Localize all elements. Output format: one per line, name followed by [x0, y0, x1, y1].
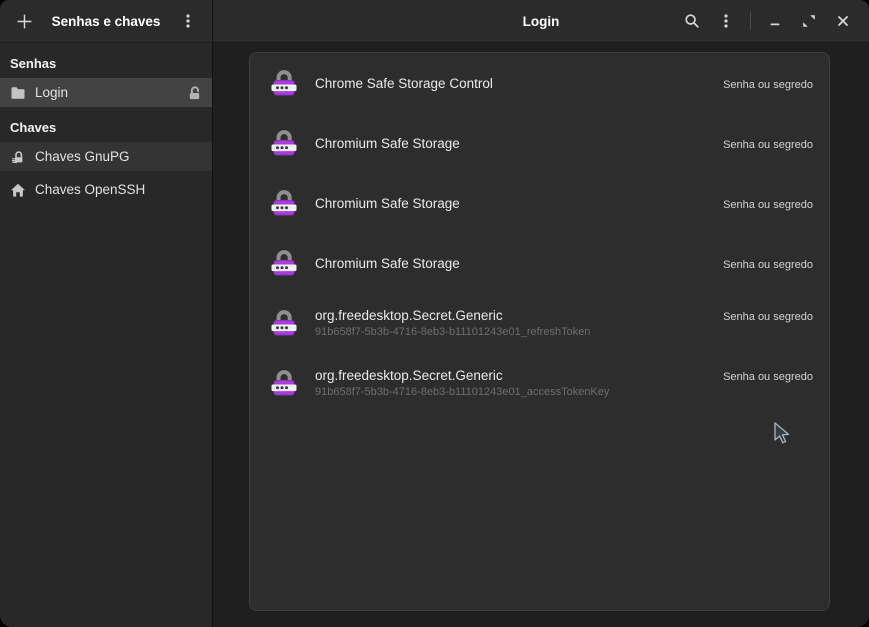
main-headerbar: Login [213, 0, 869, 43]
sidebar-item-label: Login [35, 85, 68, 100]
close-button[interactable] [826, 5, 860, 37]
item-subtitle: 91b658f7-5b3b-4716-8eb3-b11101243e01_ref… [315, 326, 813, 338]
sidebar-headerbar: Senhas e chaves [0, 0, 212, 43]
item-title: Chrome Safe Storage Control [315, 76, 493, 91]
password-row[interactable]: Chromium Safe Storage Senha ou segredo [250, 113, 829, 173]
item-type-label: Senha ou segredo [723, 371, 813, 383]
search-icon [684, 13, 700, 29]
item-type-label: Senha ou segredo [723, 79, 813, 91]
password-lock-icon [266, 185, 302, 221]
password-row[interactable]: org.freedesktop.Secret.Generic Senha ou … [250, 293, 829, 353]
password-lock-icon [266, 125, 302, 161]
close-icon [835, 13, 851, 29]
sidebar-item-label: Chaves OpenSSH [35, 182, 145, 197]
folder-icon [10, 85, 26, 101]
sidebar-item-gnupg[interactable]: Chaves GnuPG [0, 142, 212, 171]
plus-icon [16, 13, 33, 30]
content-area: Chrome Safe Storage Control Senha ou seg… [213, 43, 869, 627]
gnupg-keys-icon [10, 149, 26, 165]
section-label-senhas: Senhas [0, 43, 212, 78]
unlocked-padlock-icon [187, 85, 202, 101]
password-row[interactable]: org.freedesktop.Secret.Generic Senha ou … [250, 353, 829, 413]
item-type-label: Senha ou segredo [723, 199, 813, 211]
item-subtitle: 91b658f7-5b3b-4716-8eb3-b11101243e01_acc… [315, 386, 813, 398]
add-item-button[interactable] [7, 5, 41, 37]
item-title: Chromium Safe Storage [315, 256, 460, 271]
password-list: Chrome Safe Storage Control Senha ou seg… [249, 52, 830, 611]
headerbar-separator [750, 12, 751, 30]
item-title: Chromium Safe Storage [315, 136, 460, 151]
item-title: org.freedesktop.Secret.Generic [315, 308, 503, 323]
restore-button[interactable] [792, 5, 826, 37]
app-menu-button[interactable] [171, 5, 205, 37]
password-row[interactable]: Chrome Safe Storage Control Senha ou seg… [250, 53, 829, 113]
restore-icon [801, 13, 817, 29]
password-row[interactable]: Chromium Safe Storage Senha ou segredo [250, 233, 829, 293]
password-lock-icon [266, 65, 302, 101]
view-menu-button[interactable] [709, 5, 743, 37]
sidebar-item-openssh[interactable]: Chaves OpenSSH [0, 175, 212, 204]
item-title: org.freedesktop.Secret.Generic [315, 368, 503, 383]
home-icon [10, 182, 26, 198]
minimize-icon [767, 13, 783, 29]
search-button[interactable] [675, 5, 709, 37]
password-lock-icon [266, 305, 302, 341]
app-window: Senhas e chaves Senhas Login [0, 0, 869, 627]
password-lock-icon [266, 365, 302, 401]
sidebar: Senhas e chaves Senhas Login [0, 0, 213, 627]
item-type-label: Senha ou segredo [723, 311, 813, 323]
app-title: Senhas e chaves [41, 14, 171, 29]
sidebar-item-label: Chaves GnuPG [35, 149, 130, 164]
password-lock-icon [266, 245, 302, 281]
kebab-menu-icon [180, 13, 196, 29]
main-pane: Login [213, 0, 869, 627]
section-label-chaves: Chaves [0, 107, 212, 142]
password-row[interactable]: Chromium Safe Storage Senha ou segredo [250, 173, 829, 233]
item-title: Chromium Safe Storage [315, 196, 460, 211]
sidebar-item-login[interactable]: Login [0, 78, 212, 107]
item-type-label: Senha ou segredo [723, 139, 813, 151]
kebab-menu-icon [718, 13, 734, 29]
minimize-button[interactable] [758, 5, 792, 37]
item-type-label: Senha ou segredo [723, 259, 813, 271]
